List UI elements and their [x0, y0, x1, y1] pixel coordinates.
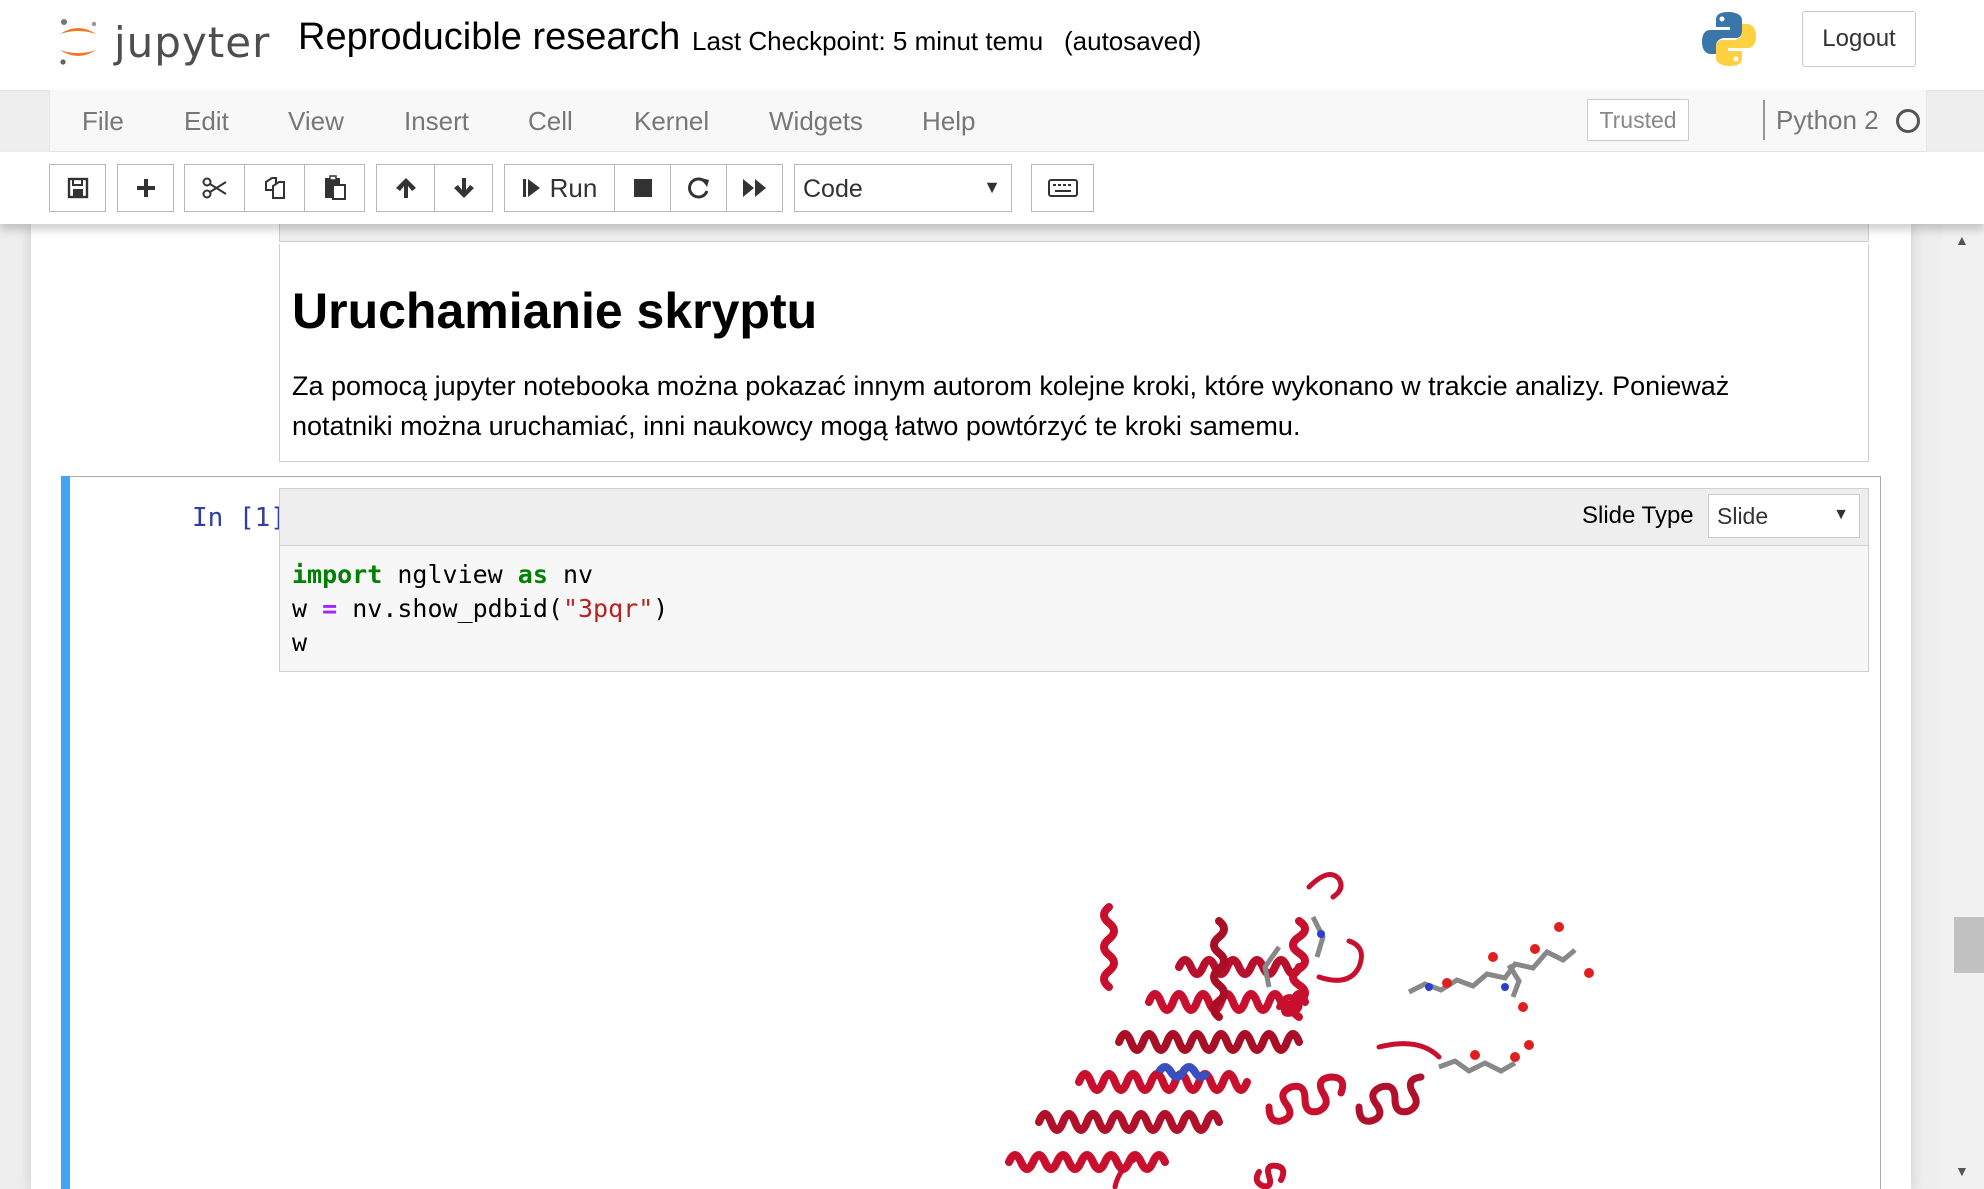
menu-help[interactable]: Help [922, 106, 975, 137]
command-palette-button[interactable] [1031, 164, 1094, 212]
code-line-1: import nglview as nv [292, 558, 668, 592]
markdown-paragraph: Za pomocą jupyter notebooka można pokaza… [292, 371, 1730, 441]
restart-icon [687, 177, 709, 199]
kernel-separator [1763, 100, 1765, 140]
save-button[interactable] [49, 164, 106, 212]
code-text: import nglview as nv w = nv.show_pdbid("3… [292, 558, 668, 660]
code-module: nglview [382, 560, 518, 589]
menu-insert[interactable]: Insert [404, 106, 469, 137]
code-keyword-import: import [292, 560, 383, 589]
code-cell[interactable]: In [1]: Slide Type Slide ▼ import nglvie… [61, 476, 1881, 1189]
cell-toolbar: Slide Type Slide ▼ [279, 488, 1869, 546]
menu-cell[interactable]: Cell [528, 106, 573, 137]
autosave-status: (autosaved) [1064, 26, 1202, 56]
chevron-down-icon: ▼ [1833, 506, 1849, 523]
menu-widgets[interactable]: Widgets [769, 106, 863, 137]
kernel-idle-icon [1896, 109, 1920, 133]
page-scrollbar[interactable]: ▲ ▼ [1942, 224, 1984, 1189]
scroll-up-icon[interactable]: ▲ [1955, 232, 1969, 248]
run-icon [522, 179, 540, 197]
markdown-cell[interactable]: Uruchamianie skryptu Za pomocą jupyter n… [279, 244, 1869, 462]
jupyter-logo-icon [60, 19, 97, 65]
scrollbar-thumb[interactable] [1954, 917, 1984, 973]
selected-cell-indicator [61, 476, 70, 1189]
cut-button[interactable] [184, 164, 245, 212]
menu-kernel[interactable]: Kernel [634, 106, 709, 137]
plus-icon [136, 179, 155, 197]
keyboard-icon [1047, 179, 1078, 197]
fast-forward-icon [742, 179, 766, 197]
move-down-button[interactable] [434, 164, 493, 212]
notebook-container: Uruchamianie skryptu Za pomocą jupyter n… [31, 224, 1911, 1189]
jupyter-logo[interactable]: jupyter [56, 12, 270, 72]
interrupt-button[interactable] [614, 164, 671, 212]
markdown-cell-toolbar [279, 224, 1869, 242]
logo-text: jupyter [114, 17, 271, 67]
menu-edit[interactable]: Edit [184, 106, 229, 137]
code-line-2: w = nv.show_pdbid("3pqr") [292, 592, 668, 626]
code-alias: nv [547, 560, 594, 589]
stop-icon [633, 179, 652, 197]
code-line-3: w [292, 628, 308, 657]
code-string: "3pqr" [562, 594, 654, 623]
run-button[interactable]: Run [504, 164, 615, 212]
menu-file[interactable]: File [82, 106, 124, 137]
slide-type-select[interactable]: Slide ▼ [1708, 494, 1860, 538]
arrow-up-icon [395, 178, 416, 198]
code-editor[interactable]: import nglview as nv w = nv.show_pdbid("3… [279, 546, 1869, 672]
code-call: nv.show_pdbid( [337, 594, 563, 623]
code-keyword-as: as [517, 560, 548, 589]
kernel-name[interactable]: Python 2 [1776, 105, 1879, 136]
scissors-icon [202, 177, 227, 199]
logout-button[interactable]: Logout [1802, 11, 1916, 67]
cell-type-select[interactable]: Code ▼ [794, 164, 1012, 212]
insert-cell-button[interactable] [117, 164, 174, 212]
chevron-down-icon: ▼ [983, 177, 1001, 197]
copy-icon [264, 177, 285, 199]
code-paren: ) [653, 594, 669, 623]
toolbar: Run Code ▼ [0, 152, 1984, 224]
slide-type-value: Slide [1717, 503, 1769, 529]
cell-type-value: Code [803, 175, 863, 203]
code-variable: w [292, 594, 323, 623]
move-up-button[interactable] [376, 164, 435, 212]
header: jupyter Reproducible research Last Check… [0, 0, 1984, 91]
restart-run-all-button[interactable] [726, 164, 783, 212]
notebook-title[interactable]: Reproducible research [298, 16, 680, 59]
protein-structure-image [1005, 872, 1594, 1189]
restart-button[interactable] [670, 164, 727, 212]
slide-type-label: Slide Type [1582, 502, 1694, 529]
paste-button[interactable] [304, 164, 365, 212]
run-label: Run [549, 172, 598, 203]
trusted-indicator[interactable]: Trusted [1587, 99, 1689, 141]
menubar: File Edit View Insert Cell Kernel Widget… [49, 90, 1927, 152]
checkpoint-status: Last Checkpoint: 5 minut temu [692, 26, 1044, 56]
save-icon [67, 177, 88, 199]
menu-view[interactable]: View [288, 106, 344, 137]
scroll-down-icon[interactable]: ▼ [1955, 1163, 1969, 1179]
nglview-widget[interactable] [279, 687, 1869, 1189]
paste-icon [324, 175, 346, 200]
copy-button[interactable] [244, 164, 305, 212]
markdown-heading: Uruchamianie skryptu [292, 283, 818, 339]
code-operator: = [322, 594, 338, 623]
arrow-down-icon [453, 178, 474, 198]
python-logo-icon [1700, 10, 1758, 73]
